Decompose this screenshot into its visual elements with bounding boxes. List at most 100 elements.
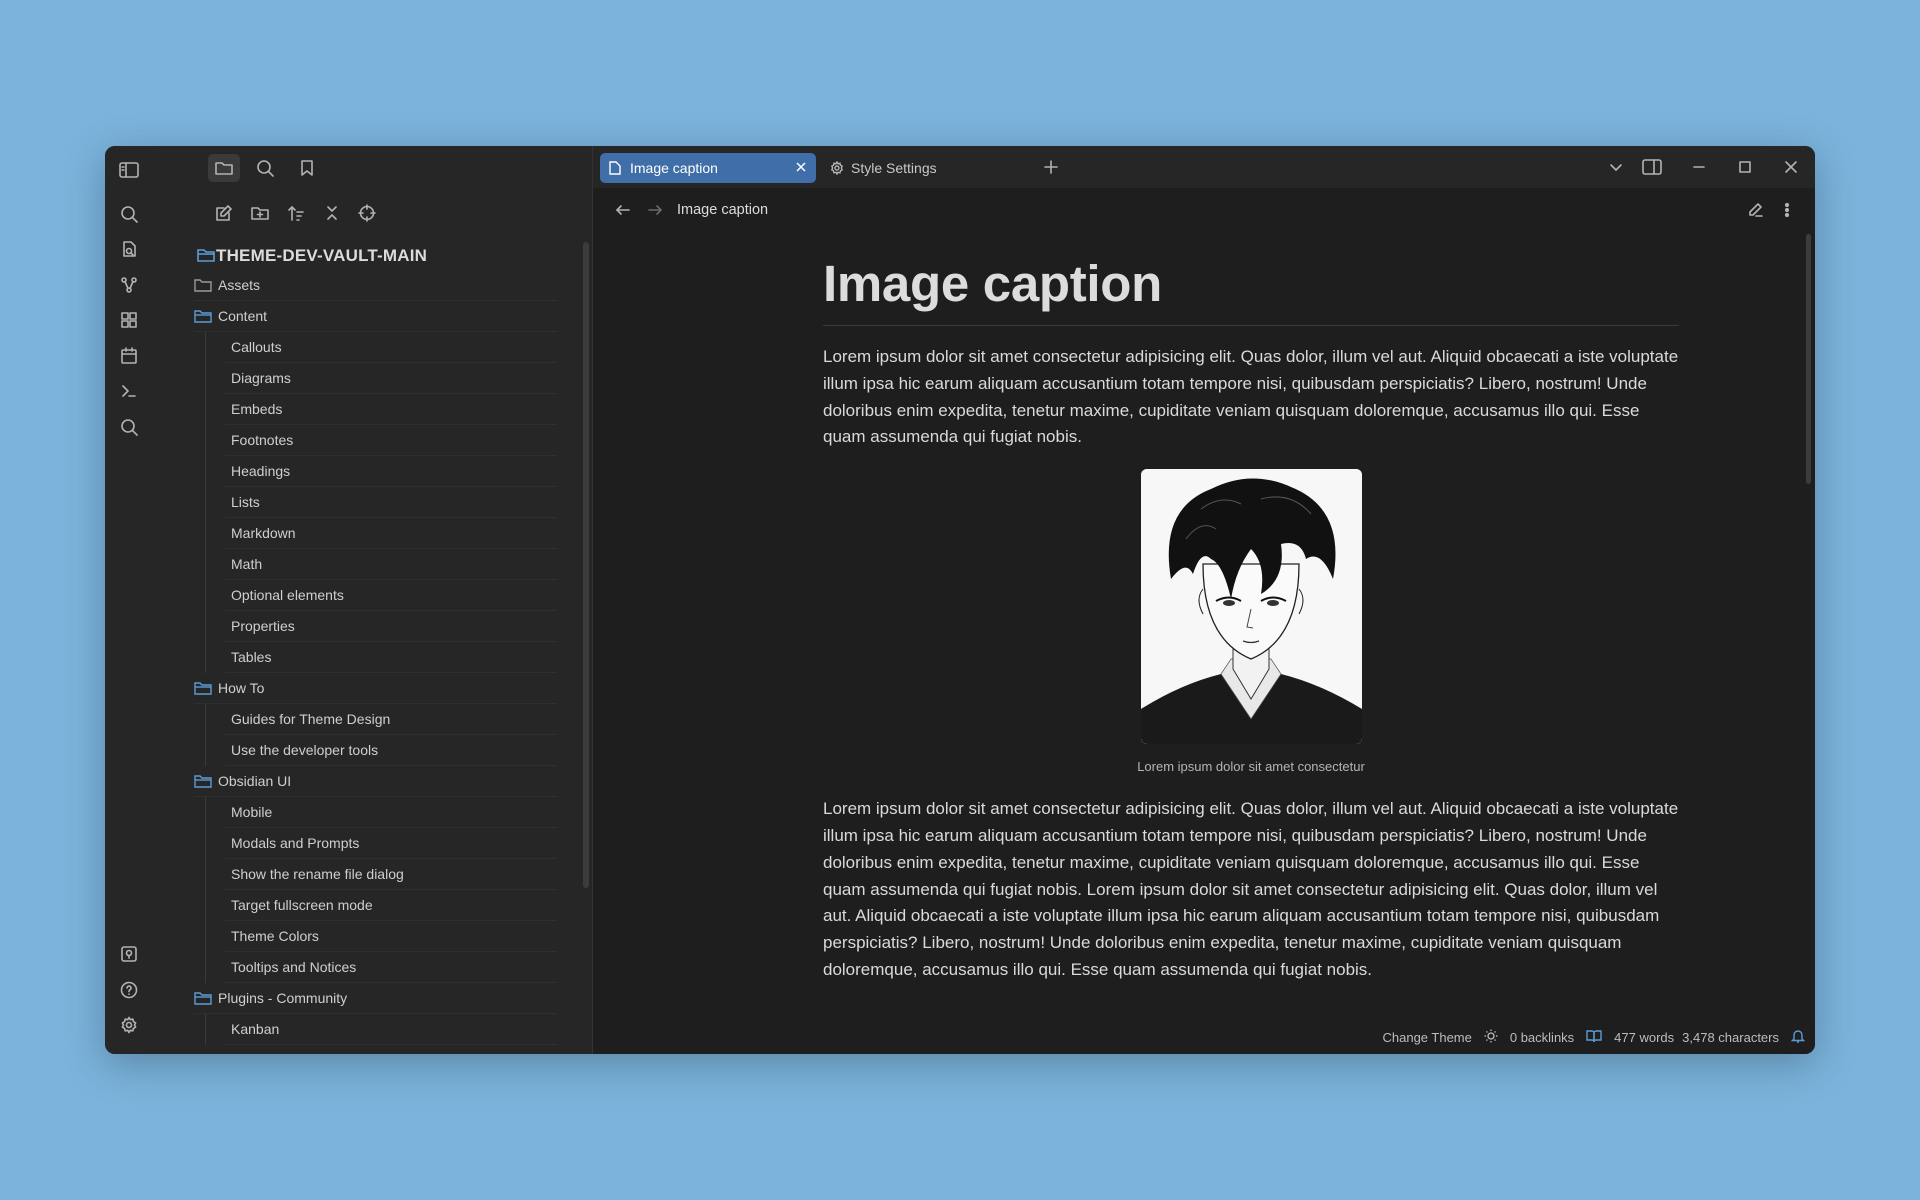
tree-file[interactable]: Properties [225, 611, 557, 642]
app-window: THEME-DEV-VAULT-MAIN Assets Content Callou… [105, 146, 1815, 1054]
tree-item-label: Content [218, 308, 268, 324]
note-title: Image caption [823, 232, 1679, 326]
tree-item-label: Diagrams [231, 370, 291, 386]
toggle-right-sidebar-icon[interactable] [1636, 153, 1668, 181]
tree-item-label: Headings [231, 463, 291, 479]
tab-image-caption[interactable]: Image caption [600, 153, 816, 183]
tree-file[interactable]: Optional elements [225, 580, 557, 611]
reading-mode-book-icon[interactable] [1586, 1029, 1602, 1046]
vault-folder-icon [196, 246, 216, 269]
tree-item-label: Optional elements [231, 587, 344, 603]
portrait-image [1140, 469, 1362, 745]
tree-file[interactable]: Lists [225, 487, 557, 518]
edit-mode-pencil-icon[interactable] [1739, 196, 1771, 224]
file-icon [609, 161, 621, 178]
view-header: Image caption [593, 188, 1815, 232]
calendar-icon[interactable] [117, 344, 141, 368]
editor-scrollbar[interactable] [1806, 234, 1811, 484]
tree-file[interactable]: Guides for Theme Design [225, 704, 557, 735]
tree-folder[interactable]: How To [194, 673, 557, 704]
files-tab-folder-icon[interactable] [208, 154, 240, 182]
maximize-icon[interactable] [1729, 153, 1761, 181]
close-window-icon[interactable] [1775, 153, 1807, 181]
tree-item-label: Tooltips and Notices [231, 959, 357, 975]
image-figure: Lorem ipsum dolor sit amet consectetur [823, 469, 1679, 774]
tree-file[interactable]: Tooltips and Notices [225, 952, 557, 983]
tree-item-label: Mobile [231, 804, 273, 820]
reveal-active-file-icon[interactable] [351, 199, 383, 227]
search-icon[interactable] [117, 202, 141, 226]
graph-view-icon[interactable] [117, 273, 141, 297]
settings-gear-icon[interactable] [117, 1013, 141, 1037]
help-icon[interactable] [117, 978, 141, 1002]
gear-icon [830, 160, 844, 178]
paragraph: Lorem ipsum dolor sit amet consectetur a… [823, 799, 1679, 979]
tree-item-label: Kanban [231, 1021, 280, 1037]
tree-folder[interactable]: Plugins - Community [194, 983, 557, 1014]
new-note-icon[interactable] [208, 199, 240, 227]
terminal-icon[interactable] [117, 379, 141, 403]
tree-item-label: Obsidian UI [218, 773, 292, 789]
tree-file[interactable]: Markdown [225, 518, 557, 549]
sidebar-scrollbar[interactable] [583, 242, 589, 888]
minimize-icon[interactable] [1683, 153, 1715, 181]
tree-file[interactable]: Kanban [225, 1014, 557, 1045]
search-alt-icon[interactable] [117, 415, 141, 439]
tree-item-label: Use the developer tools [231, 742, 379, 758]
tree-item-label: Tables [231, 649, 272, 665]
forward-arrow-icon[interactable] [639, 196, 671, 224]
tree-item-label: Footnotes [231, 432, 294, 448]
open-folder-icon [194, 309, 212, 323]
collapse-all-icon[interactable] [316, 199, 348, 227]
sort-order-icon[interactable] [280, 199, 312, 227]
tree-folder[interactable]: Content [194, 301, 557, 332]
more-options-icon[interactable] [1771, 196, 1803, 224]
canvas-icon[interactable] [117, 308, 141, 332]
vault-name[interactable]: THEME-DEV-VAULT-MAIN [216, 246, 427, 266]
sync-notification-icon[interactable] [1790, 1029, 1806, 1046]
character-count: 3,478 characters [1682, 1030, 1779, 1045]
tree-file[interactable]: Diagrams [225, 363, 557, 394]
new-folder-icon[interactable] [244, 199, 276, 227]
word-count: 477 words [1614, 1030, 1675, 1045]
tab-style-settings[interactable]: Style Settings [821, 153, 1037, 183]
close-tab-icon[interactable] [794, 160, 808, 177]
tree-file[interactable]: Embeds [225, 394, 557, 425]
tree-file[interactable]: Target fullscreen mode [225, 890, 557, 921]
tree-file[interactable]: Tables [225, 642, 557, 673]
note-content: Image caption Lorem ipsum dolor sit amet… [823, 232, 1679, 984]
tree-item-label: Plugins - Community [218, 990, 348, 1006]
back-arrow-icon[interactable] [607, 196, 639, 224]
tree-item-label: Embeds [231, 401, 283, 417]
new-tab-plus-icon[interactable] [1035, 153, 1067, 181]
search-tab-icon[interactable] [249, 154, 281, 182]
tree-item-label: Target fullscreen mode [231, 897, 373, 913]
tree-file[interactable]: Theme Colors [225, 921, 557, 952]
tree-file[interactable]: Use the developer tools [225, 735, 557, 766]
toggle-sidebar-icon[interactable] [117, 158, 141, 182]
open-quick-switcher-icon[interactable] [117, 237, 141, 261]
backlinks-count[interactable]: 0 backlinks [1510, 1030, 1574, 1045]
tree-file[interactable]: Show the rename file dialog [225, 859, 557, 890]
indent-guide [205, 704, 206, 766]
file-explorer-sidebar: THEME-DEV-VAULT-MAIN Assets Content Callou… [153, 146, 593, 1054]
main-pane: Image caption Style Settings Image capti… [593, 146, 1815, 1054]
change-theme-label[interactable]: Change Theme [1382, 1030, 1471, 1045]
tree-file[interactable]: Footnotes [225, 425, 557, 456]
tree-folder[interactable]: Assets [194, 270, 557, 301]
tab-list-chevron-down-icon[interactable] [1600, 153, 1632, 181]
tree-file[interactable]: Math [225, 549, 557, 580]
tree-folder[interactable]: Obsidian UI [194, 766, 557, 797]
bookmarks-tab-icon[interactable] [291, 154, 323, 182]
tab-label: Style Settings [851, 160, 937, 176]
switch-vault-icon[interactable] [117, 942, 141, 966]
folder-icon [194, 278, 212, 292]
tree-file[interactable]: Mobile [225, 797, 557, 828]
tree-file[interactable]: Headings [225, 456, 557, 487]
sun-icon[interactable] [1484, 1029, 1498, 1046]
tree-file[interactable]: Callouts [225, 332, 557, 363]
tree-file[interactable]: Modals and Prompts [225, 828, 557, 859]
breadcrumb[interactable]: Image caption [677, 202, 768, 218]
indent-guide [205, 797, 206, 983]
tree-item-label: Markdown [231, 525, 296, 541]
